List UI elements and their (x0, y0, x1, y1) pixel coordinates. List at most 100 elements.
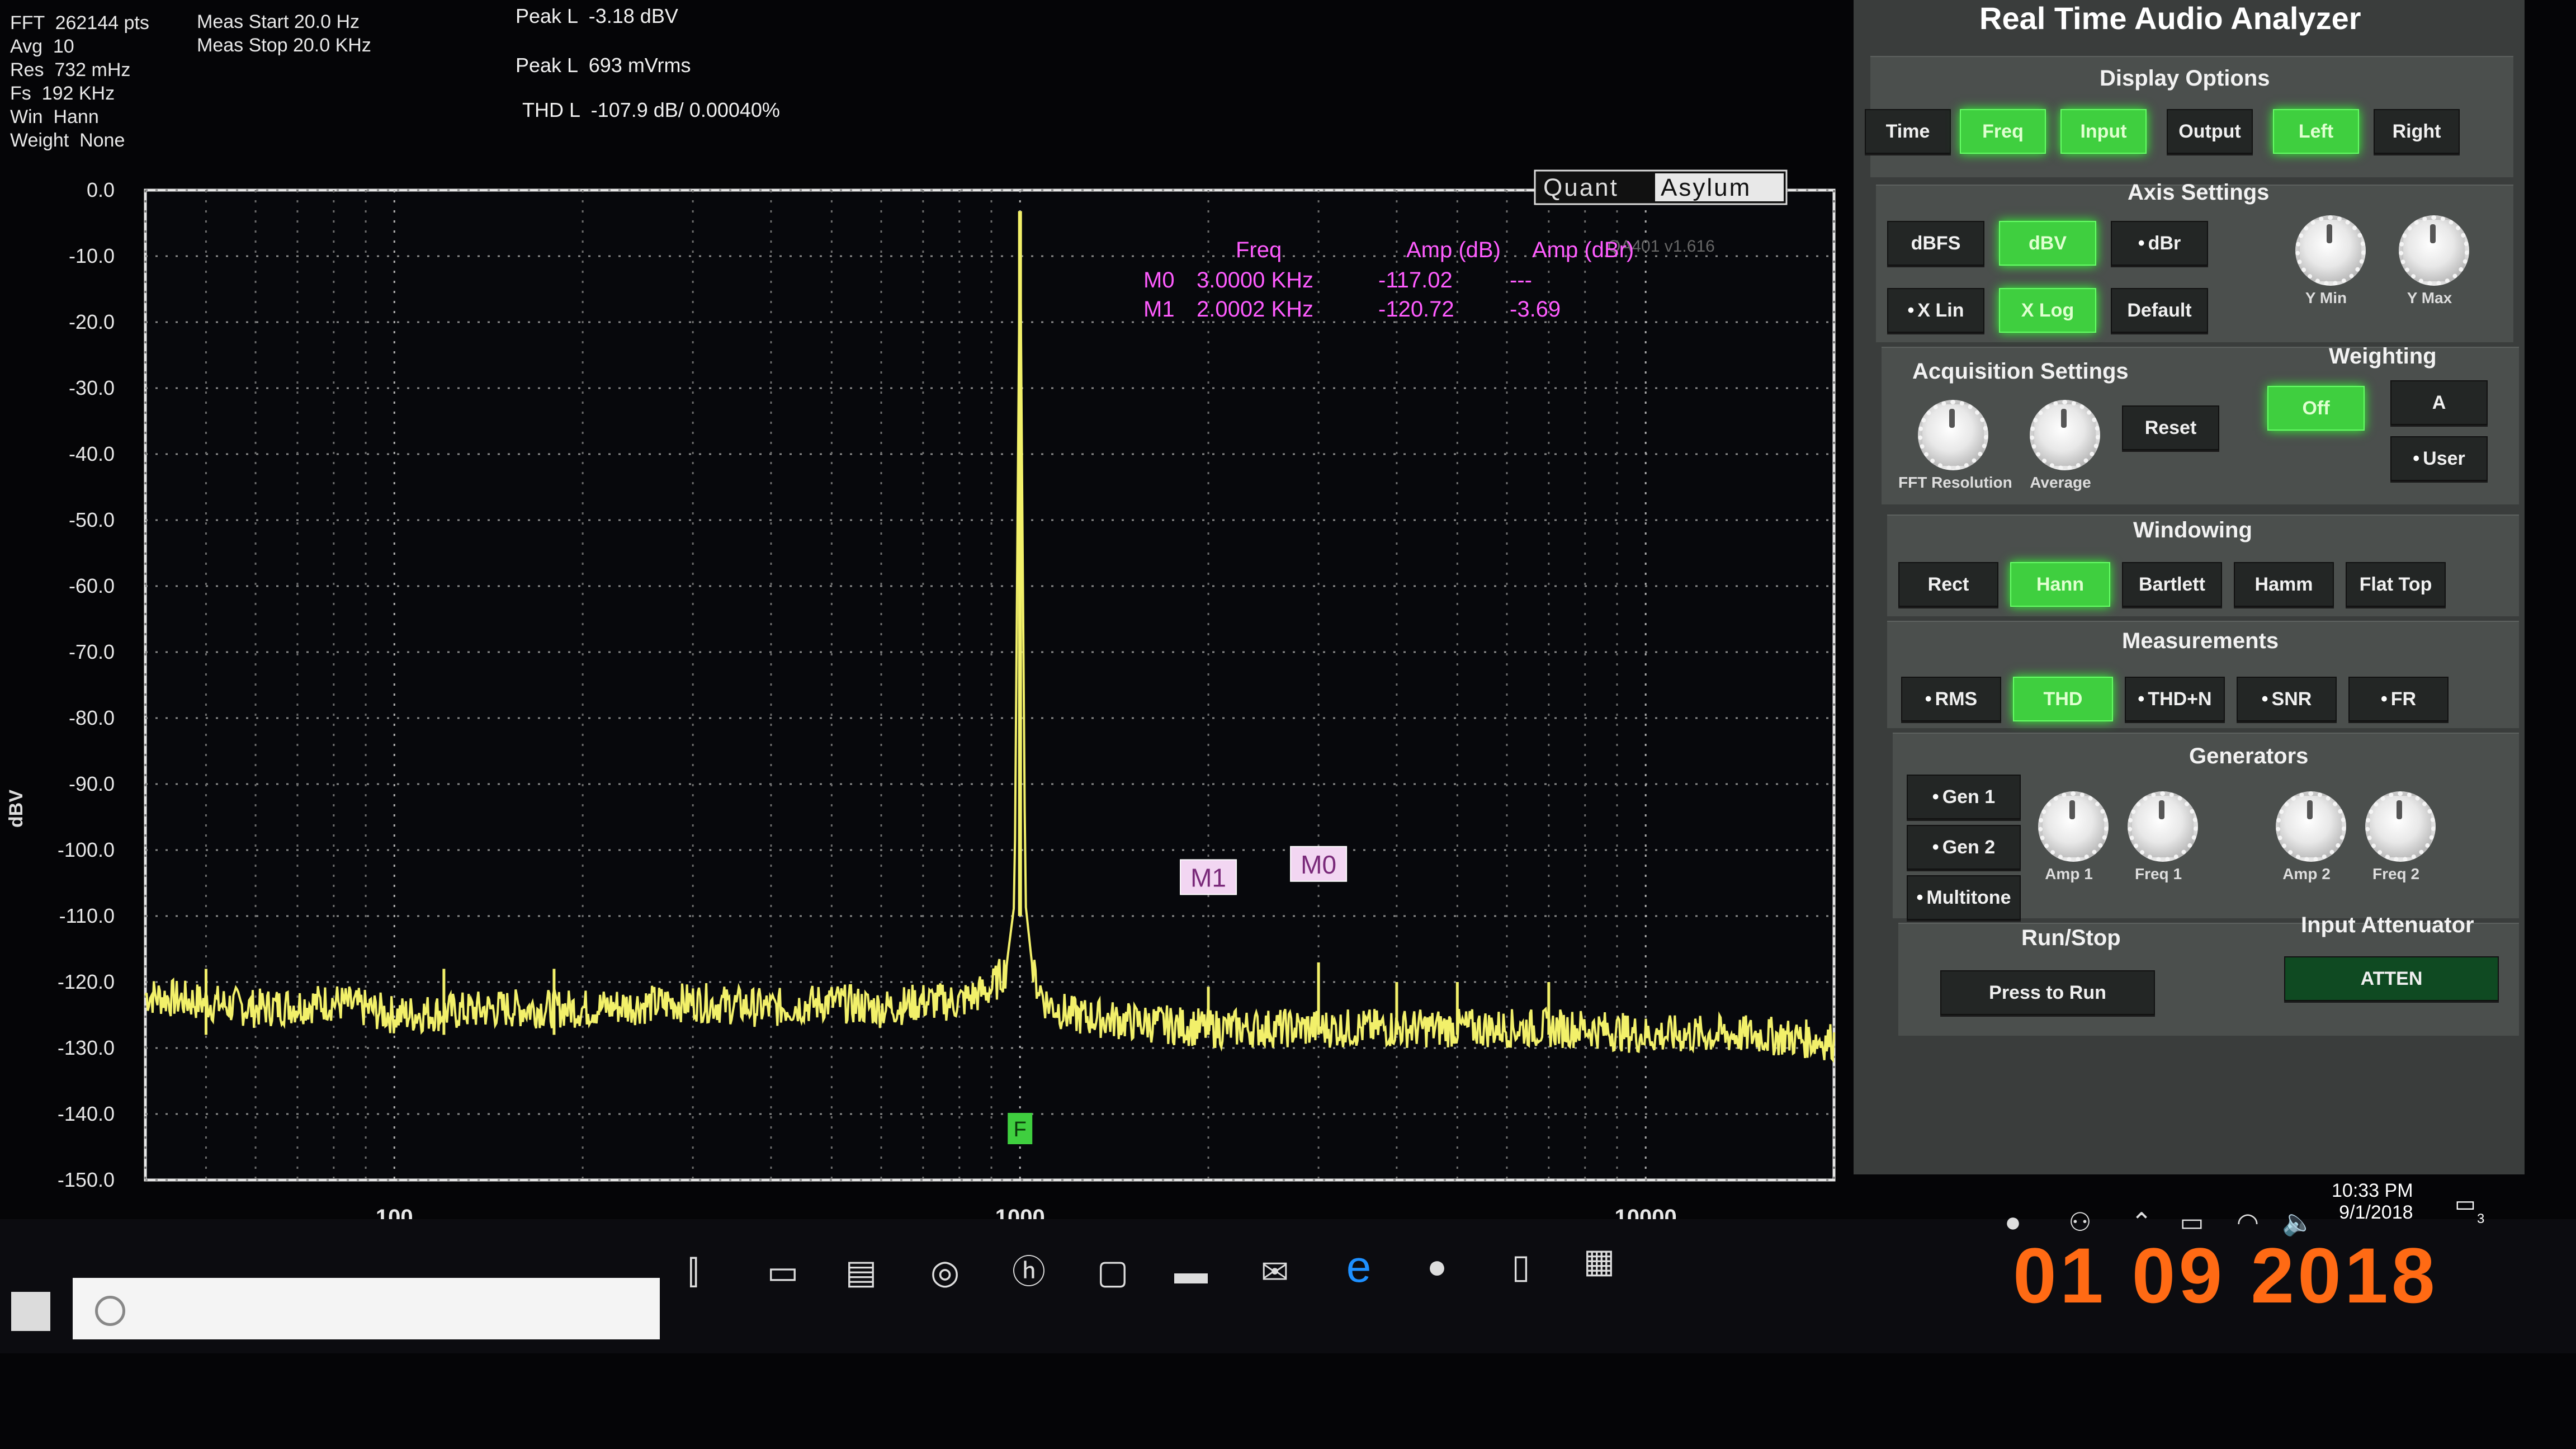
peak-db-readout: Peak L -3.18 dBV (516, 4, 678, 27)
y-tick-label: -80.0 (69, 706, 115, 729)
marker-table-cell: --- (1510, 268, 1532, 292)
generator-gen-1-button[interactable]: Gen 1 (1907, 775, 2021, 819)
marker-table-cell: 2.0002 KHz (1197, 297, 1313, 322)
acquisition-reset-button[interactable]: Reset (2122, 405, 2219, 450)
window-hamm-button[interactable]: Hamm (2234, 562, 2334, 607)
y-tick-label: -110.0 (59, 904, 115, 927)
display-right-button[interactable]: Right (2374, 109, 2460, 154)
measure-rms-button[interactable]: RMS (1901, 677, 2001, 721)
y-min-knob[interactable] (2295, 215, 2366, 286)
display-output-button[interactable]: Output (2167, 109, 2253, 154)
taskbar-clock[interactable]: 10:33 PM 9/1/2018 (2332, 1180, 2413, 1224)
measurement-range-readout: Meas Start 20.0 Hz Meas Stop 20.0 KHz (197, 10, 371, 57)
media-icon[interactable]: ◎ (923, 1253, 967, 1292)
display-freq-button[interactable]: Freq (1960, 109, 2046, 154)
spectrum-plot-area[interactable]: 0.0 -10.0 -20.0 -30.0 -40.0 -50.0 -60.0 -70.0 -8… (0, 157, 1879, 1230)
display-time-button[interactable]: Time (1865, 109, 1951, 154)
display-input-button[interactable]: Input (2060, 109, 2147, 154)
weighting-user-button[interactable]: User (2390, 436, 2488, 481)
y-tick-label: -70.0 (69, 640, 115, 663)
windows-start-icon[interactable] (11, 1292, 50, 1331)
acquisition-settings-title: Acquisition Settings (1912, 359, 2129, 384)
y-max-knob[interactable] (2399, 215, 2469, 286)
app-icon[interactable]: ▢ (1090, 1253, 1135, 1292)
y-tick-label: -90.0 (69, 772, 115, 795)
hp-icon[interactable]: ⓗ (1006, 1253, 1051, 1292)
axis-x-log-button[interactable]: X Log (1999, 288, 2096, 333)
axis-dbv-button[interactable]: dBV (1999, 221, 2096, 266)
y-tick-label: -30.0 (69, 376, 115, 399)
document-icon[interactable]: ▯ (1499, 1247, 1543, 1286)
averages-readout: Avg 10 (10, 36, 74, 57)
amp-2-knob[interactable] (2276, 791, 2346, 862)
press-to-run-button[interactable]: Press to Run (1940, 970, 2155, 1015)
file-explorer-icon[interactable]: ▭ (760, 1253, 805, 1292)
y-tick-label: -140.0 (58, 1102, 115, 1125)
amp-1-knob[interactable] (2038, 791, 2109, 862)
amp-1-label: Amp 1 (2045, 865, 2093, 882)
window-flat-top-button[interactable]: Flat Top (2346, 562, 2446, 607)
generator-multitone-button[interactable]: Multitone (1907, 875, 2021, 920)
measurements-title: Measurements (2122, 629, 2279, 653)
window-bartlett-button[interactable]: Bartlett (2122, 562, 2222, 607)
average-knob[interactable] (2030, 400, 2100, 470)
axis-dbfs-button[interactable]: dBFS (1887, 221, 1984, 266)
y-tick-label: -40.0 (69, 442, 115, 465)
generators-title: Generators (2189, 744, 2309, 768)
y-tick-label: -100.0 (58, 838, 115, 861)
marker-table-cell: -117.02 (1378, 268, 1453, 292)
analyzer-app-icon[interactable]: ▦ (1577, 1242, 1622, 1281)
marker-table-cell: M1 (1143, 297, 1175, 322)
display-left-button[interactable]: Left (2273, 109, 2359, 154)
mail-icon[interactable]: ✉ (1252, 1253, 1297, 1292)
axis-x-lin-button[interactable]: X Lin (1887, 288, 1984, 333)
measure-thd-button[interactable]: THD (2013, 677, 2113, 721)
chrome-icon[interactable]: ● (1415, 1247, 1459, 1286)
y-tick-label: 0.0 (87, 178, 115, 201)
generator-gen-2-button[interactable]: Gen 2 (1907, 825, 2021, 870)
freq-1-label: Freq 1 (2134, 865, 2182, 882)
action-center-icon[interactable]: ▭ 3 (2455, 1191, 2494, 1230)
task-view-icon[interactable]: ⫿ (671, 1253, 716, 1292)
thd-readout: THD L -107.9 dB/ 0.00040% (522, 98, 780, 121)
freq-2-knob[interactable] (2365, 791, 2436, 862)
search-icon (95, 1296, 125, 1326)
fundamental-marker-label: F (1014, 1118, 1027, 1141)
measure-snr-button[interactable]: SNR (2237, 677, 2337, 721)
windowing-title: Windowing (2133, 518, 2252, 542)
axis-settings-title: Axis Settings (2128, 180, 2270, 205)
window-hann-button[interactable]: Hann (2010, 562, 2110, 607)
window-readout: Win Hann (10, 106, 99, 128)
y-max-label: Y Max (2407, 289, 2452, 306)
edge-browser-icon[interactable]: e (1336, 1244, 1381, 1289)
y-tick-label: -20.0 (69, 310, 115, 333)
fft-resolution-label: FFT Resolution (1898, 474, 2012, 491)
resolution-readout: Res 732 mHz (10, 59, 131, 81)
marker-label[interactable]: M1 (1190, 863, 1226, 892)
marker-table-cell: -120.72 (1378, 297, 1454, 322)
atten-button[interactable]: ATTEN (2284, 956, 2499, 1001)
monitor-icon[interactable]: ▬ (1169, 1253, 1213, 1292)
window-rect-button[interactable]: Rect (1898, 562, 1998, 607)
freq-1-knob[interactable] (2128, 791, 2198, 862)
weighting-a-button[interactable]: A (2390, 380, 2488, 425)
measure-thd-n-button[interactable]: THD+N (2125, 677, 2225, 721)
marker-table-header: Freq (1236, 238, 1282, 262)
measure-fr-button[interactable]: FR (2348, 677, 2449, 721)
meas-stop-readout: Meas Stop 20.0 KHz (197, 35, 371, 56)
weighting-off-button[interactable]: Off (2267, 386, 2365, 431)
y-tick-label: -50.0 (69, 508, 115, 531)
brand-logo-left: Quant (1543, 174, 1619, 201)
axis-dbr-button[interactable]: dBr (2111, 221, 2208, 266)
taskbar-search-box[interactable] (73, 1278, 660, 1339)
marker-label[interactable]: M0 (1301, 850, 1336, 879)
clock-time: 10:33 PM (2332, 1180, 2413, 1201)
store-icon[interactable]: ▤ (839, 1253, 883, 1292)
fft-resolution-knob[interactable] (1918, 400, 1988, 470)
monitor-screen: FFT 262144 pts Avg 10 Res 732 mHz Fs 192… (0, 0, 2576, 1449)
spectrum-chart[interactable]: 0.0 -10.0 -20.0 -30.0 -40.0 -50.0 -60.0 -70.0 -8… (0, 157, 1879, 1230)
marker-table-cell: M0 (1143, 268, 1175, 292)
average-label: Average (2030, 474, 2091, 491)
axis-default-button[interactable]: Default (2111, 288, 2208, 333)
clock-date: 9/1/2018 (2339, 1202, 2413, 1223)
